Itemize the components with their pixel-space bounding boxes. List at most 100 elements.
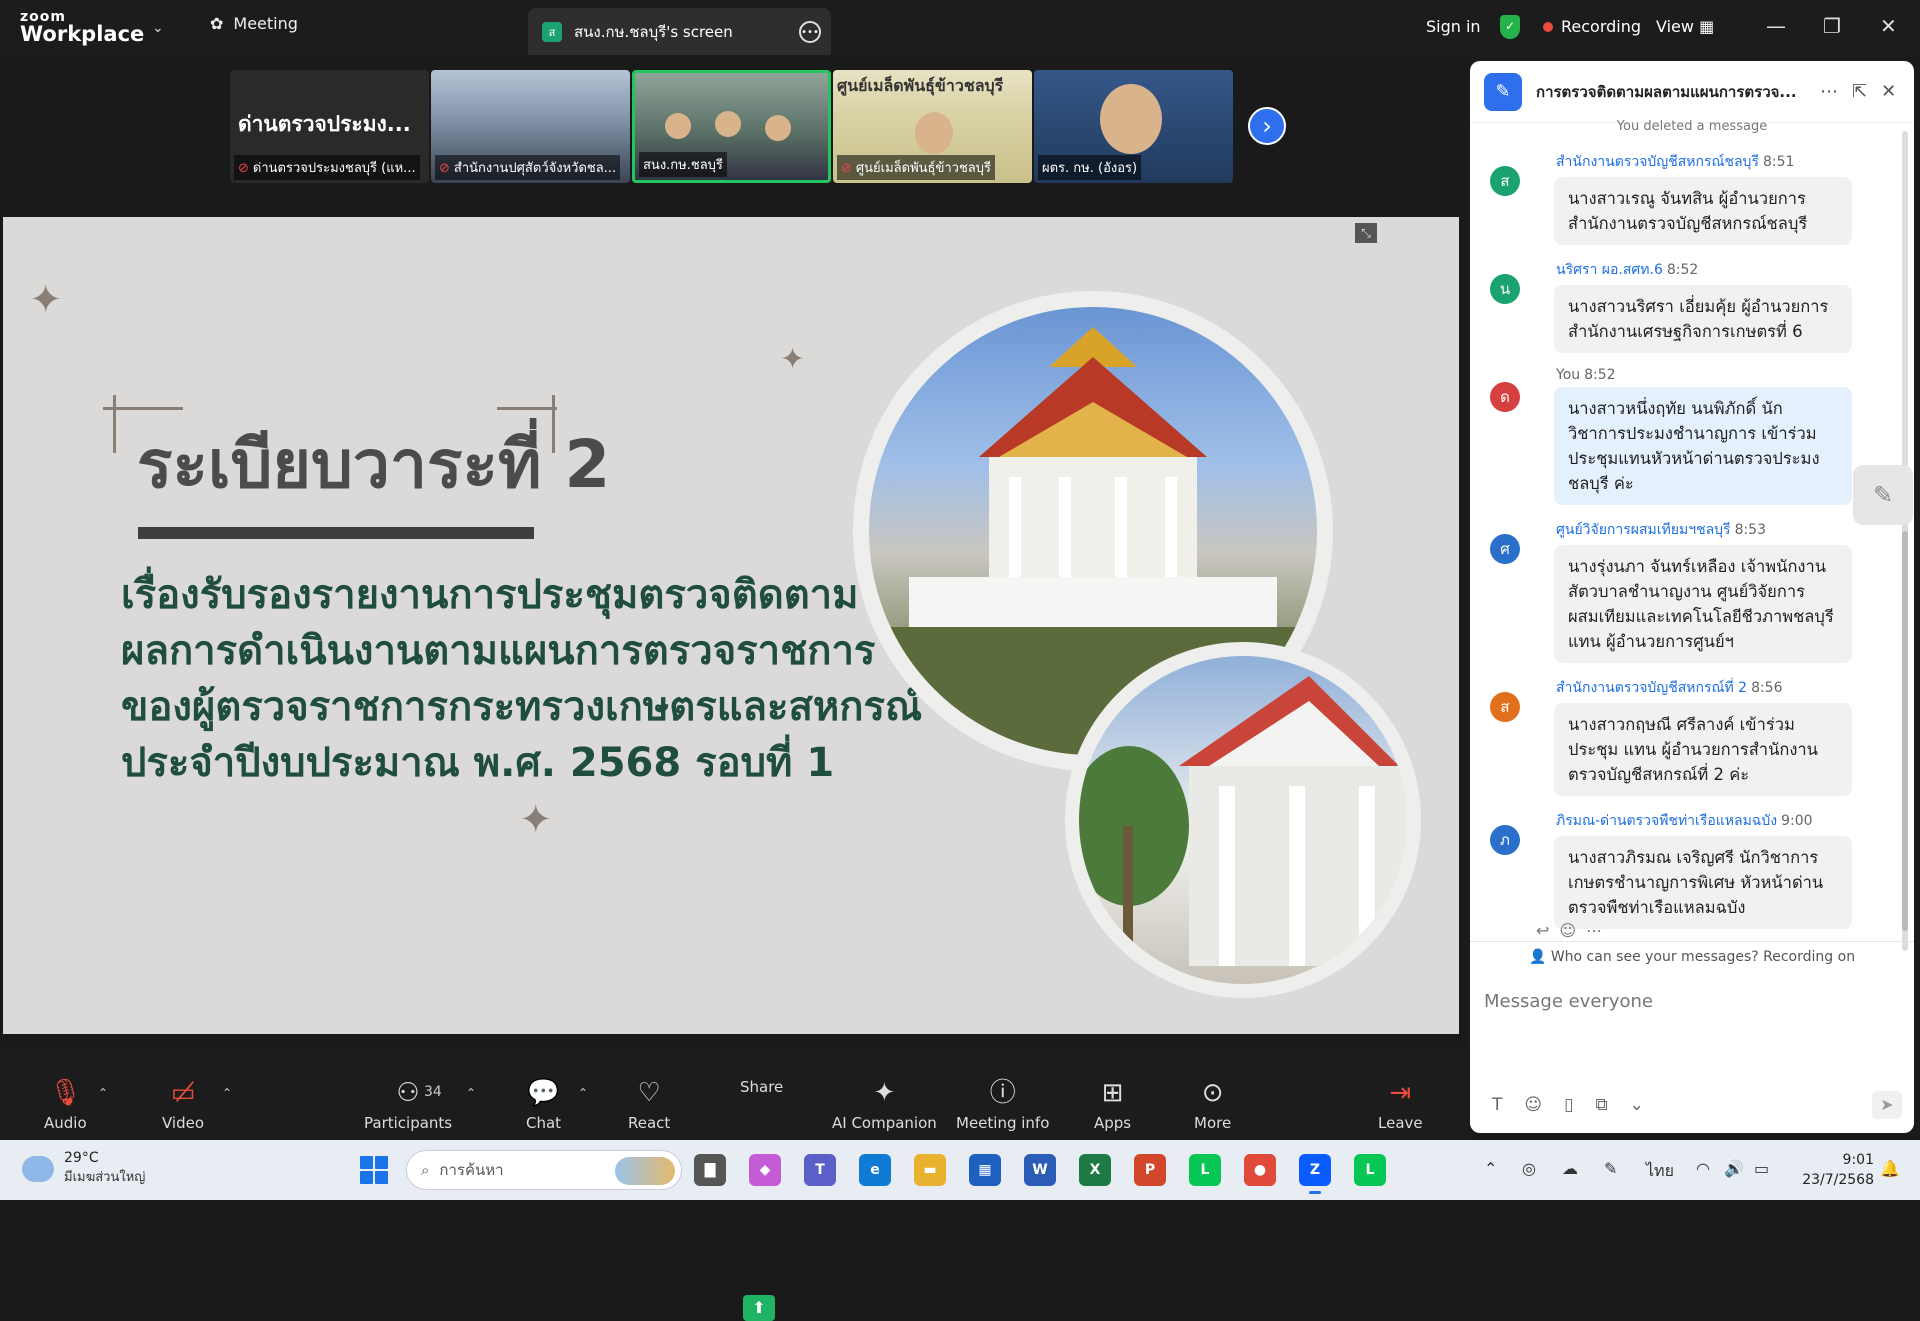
meeting-info-button[interactable]: ⓘ Meeting info bbox=[956, 1078, 1049, 1132]
video-thumbnail[interactable]: ผตร. กษ. (อังอร) bbox=[1034, 70, 1233, 183]
who-can-see-link[interactable]: 👤 Who can see your messages? Recording o… bbox=[1470, 949, 1914, 965]
chevron-up-icon[interactable]: ⌃ bbox=[466, 1086, 476, 1100]
teams-app[interactable]: T bbox=[804, 1154, 836, 1186]
taskbar-clock[interactable]: 9:01 23/7/2568 bbox=[1798, 1150, 1874, 1190]
restore-icon[interactable]: ❐ bbox=[1823, 14, 1841, 38]
chevron-up-icon[interactable]: ⌃ bbox=[222, 1086, 232, 1100]
input-language[interactable]: ไทย bbox=[1646, 1159, 1674, 1184]
store-app[interactable]: ▦ bbox=[969, 1154, 1001, 1186]
mic-off-icon: ⊘ bbox=[238, 161, 249, 176]
apps-button[interactable]: ⊞ Apps bbox=[1094, 1078, 1131, 1132]
more-button[interactable]: ⊙ More bbox=[1194, 1078, 1231, 1132]
video-button[interactable]: ▭̸ Video bbox=[162, 1078, 204, 1132]
slide-body: เรื่องรับรองรายงานการประชุมตรวจติดตาม ผล… bbox=[121, 567, 922, 791]
video-thumbnail[interactable]: ศูนย์เมล็ดพันธุ์ข้าวชลบุรี ⊘ ศูนย์เมล็ดพั… bbox=[833, 70, 1032, 183]
emoji-react-icon[interactable]: ☺ bbox=[1559, 921, 1586, 940]
screen-share-tab[interactable]: ส สนง.กษ.ชลบุรี's screen ••• bbox=[528, 8, 831, 55]
excel-app[interactable]: X bbox=[1079, 1154, 1111, 1186]
video-thumbnail-strip: ด่านตรวจประมง... ⊘ ด่านตรวจประมงชลบุรี (แ… bbox=[230, 70, 1233, 183]
chat-panel: ✎ การตรวจติดตามผลตามแผนการตรวจ... ⋯ ⇱ ✕ … bbox=[1470, 61, 1914, 1133]
participant-face bbox=[765, 115, 791, 141]
taskbar-search[interactable]: ⌕ การค้นหา bbox=[406, 1150, 682, 1190]
thumbnail-caption: ⊘ ด่านตรวจประมงชลบุรี (แห... bbox=[234, 155, 420, 180]
participant-face bbox=[715, 111, 741, 137]
chat-message[interactable]: น นริศรา ผอ.สศท.6 8:52 นางสาวนริศรา เอี่ย… bbox=[1470, 259, 1898, 353]
weather-widget[interactable]: 29°C มีเมฆส่วนใหญ่ bbox=[22, 1150, 145, 1187]
volume-icon[interactable]: 🔊 bbox=[1724, 1159, 1744, 1178]
share-button[interactable]: ⬆ Share bbox=[740, 1078, 783, 1321]
audio-button[interactable]: 🎙 Audio bbox=[44, 1078, 87, 1132]
view-button[interactable]: View ▦ bbox=[1656, 17, 1714, 36]
exit-fullscreen-icon[interactable]: ⤡ bbox=[1355, 223, 1377, 243]
emoji-icon[interactable]: ☺ bbox=[1524, 1095, 1542, 1115]
close-icon[interactable]: ✕ bbox=[1881, 81, 1896, 102]
powerpoint-app[interactable]: P bbox=[1134, 1154, 1166, 1186]
react-button[interactable]: ♡ React bbox=[628, 1078, 670, 1132]
file-explorer-app[interactable]: ▇ bbox=[694, 1154, 726, 1186]
line-app-2[interactable]: L bbox=[1354, 1154, 1386, 1186]
chrome-app[interactable]: ● bbox=[1244, 1154, 1276, 1186]
minimize-icon[interactable]: — bbox=[1766, 14, 1786, 38]
pop-out-icon[interactable]: ⇱ bbox=[1852, 81, 1867, 102]
sparkle-icon: ✦ bbox=[873, 1078, 896, 1108]
windows-start-icon[interactable] bbox=[360, 1156, 388, 1184]
chat-input[interactable]: Message everyone bbox=[1484, 991, 1653, 1012]
text-format-icon[interactable]: T bbox=[1492, 1095, 1502, 1115]
folder-app[interactable]: ▬ bbox=[914, 1154, 946, 1186]
thumbnail-caption: สนง.กษ.ชลบุรี bbox=[639, 152, 727, 177]
sign-in-button[interactable]: Sign in bbox=[1426, 17, 1481, 36]
chevron-up-icon[interactable]: ⌃ bbox=[1484, 1159, 1497, 1178]
message-bubble: นางสาวเรณู จันทสิน ผู้อำนวยการสำนักงานตร… bbox=[1554, 177, 1852, 245]
copilot-app[interactable]: ◆ bbox=[749, 1154, 781, 1186]
video-thumbnail-active[interactable]: สนง.กษ.ชลบุรี bbox=[632, 70, 831, 183]
zoom-app[interactable]: Z bbox=[1299, 1154, 1331, 1194]
recording-indicator[interactable]: Recording bbox=[1543, 17, 1641, 36]
video-off-icon: ▭̸ bbox=[170, 1078, 196, 1108]
thumbnail-banner-text: ศูนย์เมล็ดพันธุ์ข้าวชลบุรี bbox=[837, 76, 1004, 95]
leave-label: Leave bbox=[1378, 1114, 1423, 1132]
tray-app-icon[interactable]: ◎ bbox=[1522, 1159, 1536, 1178]
security-shield-icon[interactable]: ✓ bbox=[1500, 15, 1520, 39]
chat-message[interactable]: ส สำนักงานตรวจบัญชีสหกรณ์ชลบุรี 8:51 นางส… bbox=[1470, 151, 1898, 245]
more-icon[interactable]: ⋯ bbox=[1586, 921, 1612, 940]
chat-edit-icon[interactable]: ✎ bbox=[1484, 72, 1522, 111]
recording-dot-icon bbox=[1543, 21, 1553, 32]
pen-icon[interactable]: ✎ bbox=[1604, 1159, 1617, 1178]
chat-scrollbar[interactable] bbox=[1902, 131, 1908, 951]
more-icon[interactable]: ⋯ bbox=[1820, 81, 1838, 102]
chevron-up-icon[interactable]: ⌃ bbox=[578, 1086, 588, 1100]
screenshot-icon[interactable]: ⧉ bbox=[1595, 1095, 1607, 1115]
scrollbar-thumb[interactable] bbox=[1902, 531, 1908, 931]
info-icon: ⓘ bbox=[989, 1078, 1016, 1108]
chat-message[interactable]: ศ ศูนย์วิจัยการผสมเทียมฯชลบุรี 8:53 นางรุ… bbox=[1470, 519, 1898, 663]
chat-message[interactable]: ภ ภิรมณ-ด่านตรวจพืชท่าเรือแหลมฉบัง 9:00 น… bbox=[1470, 810, 1898, 929]
edge-app[interactable]: e bbox=[859, 1154, 891, 1186]
file-icon[interactable]: ▯ bbox=[1564, 1095, 1573, 1115]
ai-companion-button[interactable]: ✦ AI Companion bbox=[832, 1078, 937, 1132]
battery-icon[interactable]: ▭ bbox=[1754, 1159, 1769, 1178]
close-icon[interactable]: ✕ bbox=[1880, 14, 1897, 38]
chat-button[interactable]: 💬 Chat bbox=[526, 1078, 561, 1132]
video-thumbnail[interactable]: ⊘ สำนักงานปศุสัตว์จังหวัดชล... bbox=[431, 70, 630, 183]
notification-bell-icon[interactable]: 🔔 bbox=[1880, 1159, 1900, 1178]
onedrive-icon[interactable]: ☁ bbox=[1562, 1159, 1578, 1178]
send-icon[interactable]: ➤ bbox=[1872, 1091, 1902, 1119]
chat-message[interactable]: ส สำนักงานตรวจบัญชีสหกรณ์ที่ 2 8:56 นางสา… bbox=[1470, 677, 1898, 796]
video-thumbnail[interactable]: ด่านตรวจประมง... ⊘ ด่านตรวจประมงชลบุรี (แ… bbox=[230, 70, 429, 183]
apps-label: Apps bbox=[1094, 1114, 1132, 1132]
chevron-down-icon[interactable]: ⌄ bbox=[152, 20, 164, 36]
message-bubble-own: นางสาวหนึ่งฤทัย นนพิภักดิ์ นักวิชาการประ… bbox=[1554, 387, 1852, 505]
reply-icon[interactable]: ↩ bbox=[1536, 921, 1559, 940]
meeting-tab[interactable]: ✿ Meeting bbox=[210, 14, 298, 33]
more-icon[interactable]: ••• bbox=[799, 21, 821, 43]
wifi-icon[interactable]: ◠ bbox=[1696, 1159, 1710, 1178]
leave-button[interactable]: ⇥ Leave bbox=[1378, 1078, 1423, 1132]
chevron-up-icon[interactable]: ⌃ bbox=[98, 1086, 108, 1100]
chat-message[interactable]: ด You 8:52 นางสาวหนึ่งฤทัย นนพิภักดิ์ นัก… bbox=[1470, 367, 1898, 505]
floating-annotate-button[interactable]: ✎ bbox=[1853, 465, 1913, 525]
word-app[interactable]: W bbox=[1024, 1154, 1056, 1186]
chevron-down-icon[interactable]: ⌄ bbox=[1630, 1095, 1644, 1115]
line-app-1[interactable]: L bbox=[1189, 1154, 1221, 1186]
next-page-button[interactable]: › bbox=[1248, 107, 1286, 145]
divider bbox=[1470, 941, 1914, 942]
